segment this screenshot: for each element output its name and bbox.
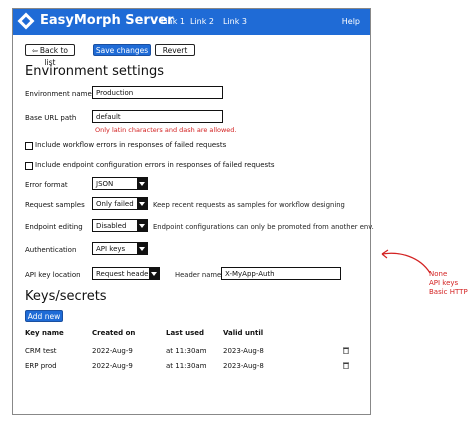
- header-name-input[interactable]: X-MyApp-Auth: [221, 267, 341, 280]
- key-name-cell: ERP prod: [25, 362, 57, 370]
- app-title: EasyMorph Server: [40, 13, 174, 28]
- add-new-key-button[interactable]: Add new: [25, 310, 63, 322]
- endpoint-editing-hint: Endpoint configurations can only be prom…: [153, 223, 374, 231]
- base-url-input[interactable]: default: [92, 110, 223, 123]
- arrow-left-icon: ⇦: [32, 47, 38, 55]
- keys-secrets-heading: Keys/secrets: [25, 289, 107, 304]
- last-used-cell: at 11:30am: [166, 347, 207, 355]
- endpoint-editing-value: Disabled: [96, 222, 127, 230]
- revert-button[interactable]: Revert: [155, 44, 195, 56]
- annotation-arrow: [381, 249, 431, 274]
- request-samples-select[interactable]: Only failed: [92, 197, 148, 210]
- base-url-label: Base URL path: [25, 114, 77, 122]
- api-key-location-label: API key location: [25, 271, 81, 279]
- column-last-used: Last used: [166, 329, 205, 337]
- endpoint-errors-label: Include endpoint configuration errors in…: [35, 161, 275, 169]
- note-line: Basic HTTP: [429, 288, 468, 296]
- column-valid-until: Valid until: [223, 329, 264, 337]
- diamond-logo-icon: [17, 12, 35, 30]
- valid-until-cell: 2023-Aug-8: [223, 347, 264, 355]
- authentication-options-note: None API keys Basic HTTP: [429, 270, 468, 297]
- endpoint-editing-label: Endpoint editing: [25, 223, 83, 231]
- created-on-cell: 2022-Aug-9: [92, 347, 133, 355]
- last-used-cell: at 11:30am: [166, 362, 207, 370]
- help-link[interactable]: Help: [342, 17, 360, 26]
- endpoint-errors-checkbox[interactable]: [25, 162, 33, 170]
- chevron-down-icon: [149, 268, 159, 279]
- environment-name-input[interactable]: Production: [92, 86, 223, 99]
- environment-name-label: Environment name: [25, 90, 92, 98]
- chevron-down-icon: [137, 220, 147, 231]
- app-window: EasyMorph Server Link 1 Link 2 Link 3 He…: [12, 8, 374, 415]
- workflow-errors-label: Include workflow errors in responses of …: [35, 141, 227, 149]
- request-samples-label: Request samples: [25, 201, 85, 209]
- note-line: None: [429, 270, 448, 278]
- error-format-select[interactable]: JSON: [92, 177, 148, 190]
- nav-link-2[interactable]: Link 2: [190, 17, 214, 26]
- note-line: API keys: [429, 279, 459, 287]
- header-name-label: Header name: [175, 271, 222, 279]
- top-navbar: EasyMorph Server Link 1 Link 2 Link 3 He…: [13, 9, 370, 35]
- error-format-value: JSON: [96, 180, 114, 188]
- key-name-cell: CRM test: [25, 347, 57, 355]
- chevron-down-icon: [137, 243, 147, 254]
- workflow-errors-checkbox[interactable]: [25, 142, 33, 150]
- environment-settings-heading: Environment settings: [25, 64, 164, 79]
- trash-icon[interactable]: [343, 362, 349, 369]
- chevron-down-icon: [137, 198, 147, 209]
- back-to-list-button[interactable]: ⇦ Back to list: [25, 44, 75, 67]
- column-created-on: Created on: [92, 329, 136, 337]
- api-key-location-value: Request header: [96, 270, 152, 278]
- base-url-error: Only latin characters and dash are allow…: [95, 126, 237, 134]
- valid-until-cell: 2023-Aug-8: [223, 362, 264, 370]
- created-on-cell: 2022-Aug-9: [92, 362, 133, 370]
- authentication-value: API keys: [96, 245, 126, 253]
- api-key-location-select[interactable]: Request header: [92, 267, 160, 280]
- request-samples-hint: Keep recent requests as samples for work…: [153, 201, 345, 209]
- nav-link-3[interactable]: Link 3: [223, 17, 247, 26]
- nav-link-1[interactable]: Link 1: [161, 17, 185, 26]
- authentication-select[interactable]: API keys: [92, 242, 148, 255]
- error-format-label: Error format: [25, 181, 68, 189]
- save-changes-button[interactable]: Save changes: [93, 44, 151, 56]
- column-key-name: Key name: [25, 329, 64, 337]
- request-samples-value: Only failed: [96, 200, 134, 208]
- trash-icon[interactable]: [343, 347, 349, 354]
- endpoint-editing-select[interactable]: Disabled: [92, 219, 148, 232]
- chevron-down-icon: [137, 178, 147, 189]
- authentication-label: Authentication: [25, 246, 77, 254]
